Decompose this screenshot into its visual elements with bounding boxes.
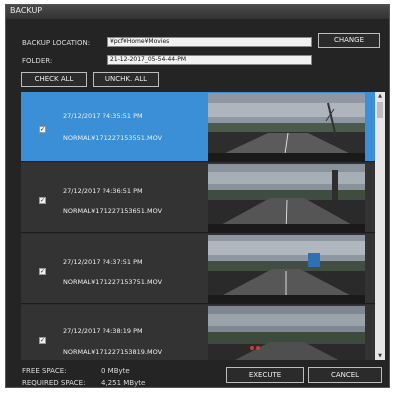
file-row[interactable]: ✓ 27/12/2017 ?4:37:51 PM NORMAL¥17122715… <box>21 234 375 304</box>
file-row[interactable]: ✓ 27/12/2017 ?4:38:19 PM NORMAL¥17122715… <box>21 305 375 360</box>
file-name: NORMAL¥171227153551.MOV <box>63 134 163 142</box>
row-checkbox[interactable]: ✓ <box>39 268 46 275</box>
file-timestamp: 27/12/2017 ?4:36:51 PM <box>63 187 143 195</box>
video-thumbnail <box>208 306 365 360</box>
check-all-button[interactable]: CHECK ALL <box>21 72 87 87</box>
free-space-label: FREE SPACE: <box>22 367 67 375</box>
row-checkbox[interactable]: ✓ <box>39 197 46 204</box>
file-name: NORMAL¥171227153651.MOV <box>63 207 163 215</box>
video-thumbnail <box>208 164 365 232</box>
scroll-down-icon[interactable]: ▼ <box>375 352 385 360</box>
list-scrollbar[interactable]: ▲ ▼ <box>375 92 385 360</box>
row-checkbox[interactable]: ✓ <box>39 337 46 344</box>
file-timestamp: 27/12/2017 ?4:38:19 PM <box>63 327 143 335</box>
backup-location-field[interactable]: ¥pcf¥Home¥Movies <box>107 37 312 47</box>
free-space-value: 0 MByte <box>101 367 130 375</box>
backup-location-label: BACKUP LOCATION: <box>22 39 91 47</box>
file-timestamp: 27/12/2017 ?4:35:51 PM <box>63 112 143 120</box>
required-space-label: REQUIRED SPACE: <box>22 379 86 387</box>
scroll-up-icon[interactable]: ▲ <box>375 92 385 100</box>
folder-field[interactable]: 21-12-2017_05-54-44-PM <box>107 55 312 65</box>
folder-label: FOLDER: <box>22 57 53 65</box>
file-timestamp: 27/12/2017 ?4:37:51 PM <box>63 258 143 266</box>
scrollbar-thumb[interactable] <box>377 102 383 118</box>
row-checkbox[interactable]: ✓ <box>39 126 46 133</box>
file-row[interactable]: ✓ 27/12/2017 ?4:36:51 PM NORMAL¥17122715… <box>21 163 375 233</box>
window-title: BACKUP <box>10 6 43 15</box>
file-name: NORMAL¥171227153819.MOV <box>63 348 163 356</box>
uncheck-all-button[interactable]: UNCHK. ALL <box>93 72 159 87</box>
file-list[interactable]: ✓ 27/12/2017 ?4:35:51 PM NORMAL¥17122715… <box>21 92 385 360</box>
video-thumbnail <box>208 235 365 303</box>
video-thumbnail <box>208 93 365 161</box>
file-name: NORMAL¥171227153751.MOV <box>63 278 163 286</box>
title-bar: BACKUP <box>6 5 389 19</box>
file-row[interactable]: ✓ 27/12/2017 ?4:35:51 PM NORMAL¥17122715… <box>21 92 375 162</box>
backup-window: BACKUP BACKUP LOCATION: ¥pcf¥Home¥Movies… <box>5 4 390 388</box>
change-button[interactable]: CHANGE <box>318 33 380 48</box>
cancel-button[interactable]: CANCEL <box>308 367 382 383</box>
required-space-value: 4,251 MByte <box>101 379 146 387</box>
execute-button[interactable]: EXECUTE <box>226 367 304 383</box>
